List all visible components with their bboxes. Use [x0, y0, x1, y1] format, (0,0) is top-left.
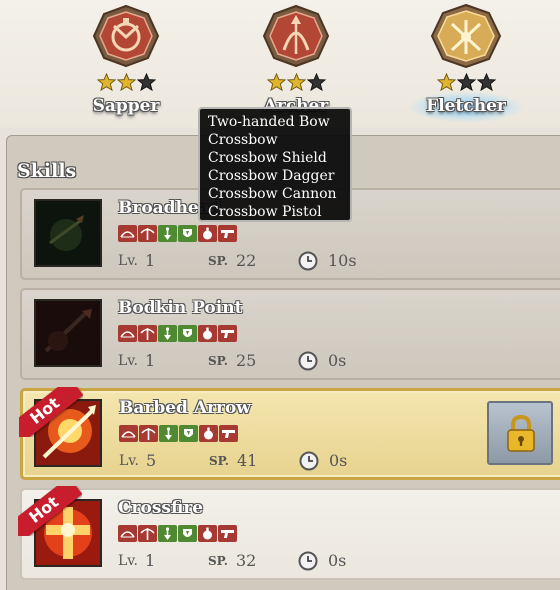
crossbow-dagger-icon[interactable] [178, 525, 197, 542]
sp-value: 32 [236, 551, 257, 570]
class-name-sapper: Sapper [92, 96, 160, 116]
fletcher-emblem-icon[interactable] [430, 4, 502, 68]
level-label: Lv. [118, 253, 138, 269]
star-empty-icon [136, 73, 156, 92]
cooldown-clock-icon [298, 551, 318, 571]
level-value: 1 [145, 351, 156, 370]
bodkin-point-skill-icon [34, 299, 102, 367]
skill-card-crossfire[interactable]: Hot Crossfire Lv. 1 SP. 32 0s [18, 486, 560, 580]
crossbow-pistol-icon[interactable] [218, 225, 237, 242]
skill-name: Barbed Arrow [119, 398, 251, 418]
crossbow-icon[interactable] [138, 525, 157, 542]
padlock-icon [507, 415, 535, 452]
two-handed-bow-icon[interactable] [118, 525, 137, 542]
sp-value: 25 [236, 351, 257, 370]
weapon-tooltip: Two-handed Bow Crossbow Crossbow Shield … [198, 107, 352, 222]
star-empty-icon [306, 73, 326, 92]
hot-badge: Hot [18, 486, 82, 536]
skill-lock-button[interactable] [487, 401, 553, 465]
skill-name: Crossfire [118, 498, 204, 518]
hot-label: Hot [18, 486, 82, 536]
weapon-requirements [119, 425, 238, 442]
sp-value: 22 [236, 251, 257, 270]
skill-card-barbed-arrow[interactable]: Hot Barbed Arrow Lv. 5 SP. 41 0s [19, 387, 560, 480]
sp-label: SP. [209, 454, 229, 468]
weapon-requirements [118, 225, 237, 242]
class-rating-stars [56, 73, 196, 93]
crossbow-shield-icon[interactable] [159, 425, 178, 442]
crossbow-shield-icon[interactable] [158, 525, 177, 542]
star-filled-icon [116, 73, 136, 92]
crossbow-shield-icon[interactable] [158, 325, 177, 342]
two-handed-bow-icon[interactable] [118, 225, 137, 242]
level-value: 1 [145, 251, 156, 270]
level-label: Lv. [119, 453, 139, 469]
class-slot-sapper[interactable]: Sapper [56, 0, 196, 128]
crossbow-icon[interactable] [138, 325, 157, 342]
level-label: Lv. [118, 553, 138, 569]
crossbow-dagger-icon[interactable] [178, 325, 197, 342]
sp-label: SP. [208, 554, 228, 568]
cooldown-value: 10s [328, 251, 357, 270]
two-handed-bow-icon[interactable] [119, 425, 138, 442]
tooltip-line: Crossbow Shield [208, 150, 327, 166]
skills-section-title: Skills [17, 160, 77, 182]
crossbow-cannon-icon[interactable] [199, 425, 218, 442]
two-handed-bow-icon[interactable] [118, 325, 137, 342]
skill-stats: Lv. 5 SP. 41 0s [119, 451, 419, 471]
cooldown-clock-icon [299, 451, 319, 471]
star-filled-icon [96, 73, 116, 92]
crossbow-pistol-icon[interactable] [219, 425, 238, 442]
cooldown-value: 0s [328, 351, 347, 370]
skill-stats: Lv. 1 SP. 32 0s [118, 551, 418, 571]
weapon-requirements [118, 525, 237, 542]
crossbow-pistol-icon[interactable] [218, 325, 237, 342]
star-filled-icon [286, 73, 306, 92]
crossbow-pistol-icon[interactable] [218, 525, 237, 542]
star-empty-icon [456, 73, 476, 92]
class-name-fletcher: Fletcher [396, 92, 536, 122]
sp-label: SP. [208, 254, 228, 268]
skill-card-bodkin-point[interactable]: Bodkin Point Lv. 1 SP. 25 0s [20, 288, 560, 380]
tooltip-line: Crossbow Cannon [208, 186, 337, 202]
level-value: 1 [145, 551, 156, 570]
cooldown-value: 0s [329, 451, 348, 470]
cooldown-value: 0s [328, 551, 347, 570]
star-filled-icon [436, 73, 456, 92]
crossbow-icon[interactable] [139, 425, 158, 442]
crossbow-dagger-icon[interactable] [178, 225, 197, 242]
broadhead-skill-icon [34, 199, 102, 267]
archer-emblem-icon[interactable] [260, 4, 332, 68]
star-filled-icon [266, 73, 286, 92]
class-rating-stars [396, 73, 536, 93]
hot-label: Hot [19, 387, 83, 437]
cooldown-clock-icon [298, 251, 318, 271]
skill-stats: Lv. 1 SP. 22 10s [118, 251, 418, 271]
star-empty-icon [476, 73, 496, 92]
class-slot-fletcher[interactable]: Fletcher [396, 0, 536, 128]
crossbow-shield-icon[interactable] [158, 225, 177, 242]
crossbow-cannon-icon[interactable] [198, 525, 217, 542]
class-rating-stars [226, 73, 366, 93]
tooltip-line: Crossbow [208, 132, 278, 148]
crossbow-icon[interactable] [138, 225, 157, 242]
hot-badge: Hot [19, 387, 83, 437]
tooltip-line: Crossbow Dagger [208, 168, 335, 184]
skill-name: Bodkin Point [118, 298, 243, 318]
level-value: 5 [146, 451, 157, 470]
sp-value: 41 [237, 451, 258, 470]
level-label: Lv. [118, 353, 138, 369]
sapper-emblem-icon[interactable] [90, 4, 162, 68]
crossbow-cannon-icon[interactable] [198, 325, 217, 342]
cooldown-clock-icon [298, 351, 318, 371]
crossbow-cannon-icon[interactable] [198, 225, 217, 242]
skill-stats: Lv. 1 SP. 25 0s [118, 351, 418, 371]
tooltip-line: Two-handed Bow [208, 114, 330, 130]
crossbow-dagger-icon[interactable] [179, 425, 198, 442]
sp-label: SP. [208, 354, 228, 368]
tooltip-line: Crossbow Pistol [208, 204, 322, 220]
weapon-requirements [118, 325, 237, 342]
